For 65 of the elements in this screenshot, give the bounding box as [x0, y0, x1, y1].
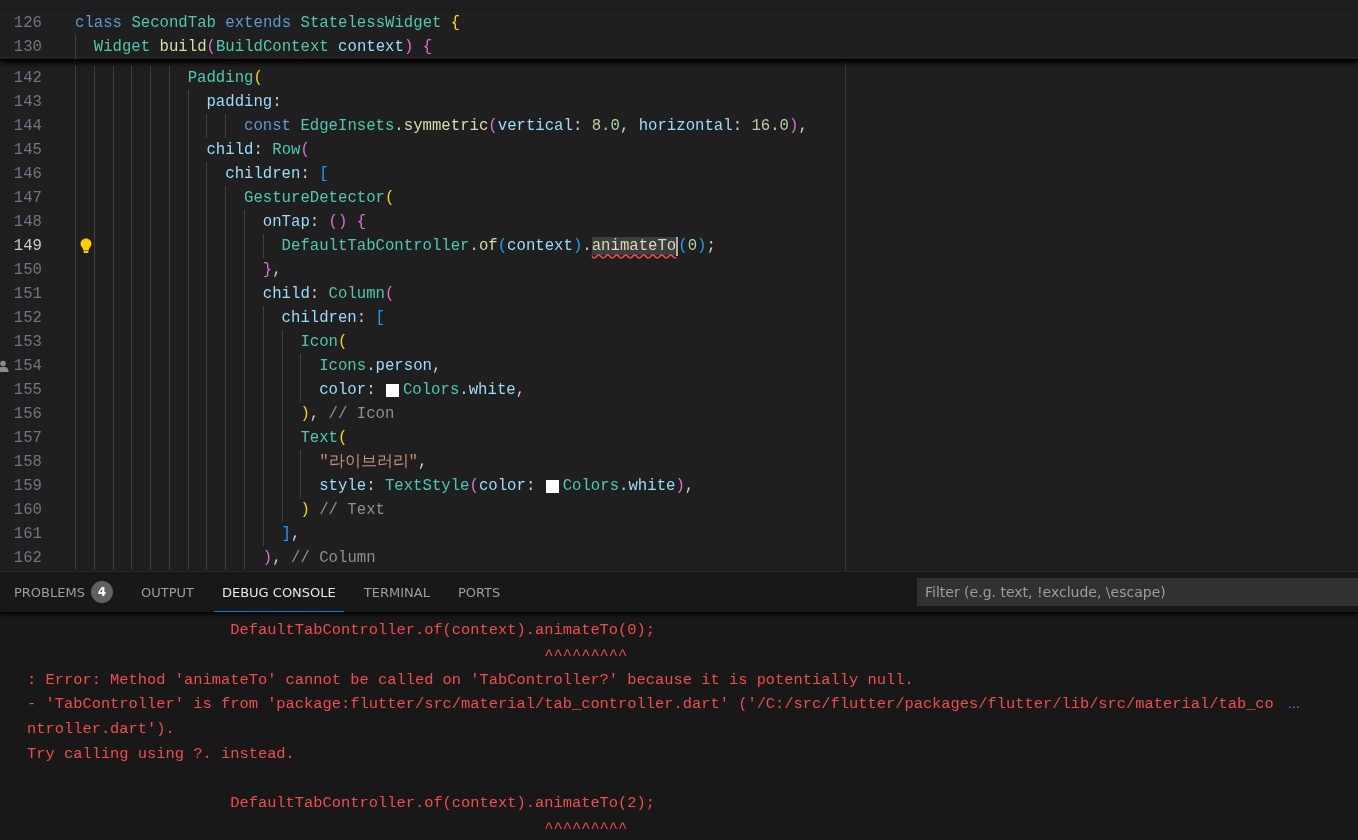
line-number: 152: [12, 309, 42, 327]
line-number: 145: [12, 141, 42, 159]
panel-tab[interactable]: TERMINAL: [355, 571, 438, 612]
panel-tab[interactable]: PROBLEMS 4: [6, 571, 121, 612]
code-text: style: TextStyle(color:: [75, 474, 545, 498]
code-text: padding:: [75, 90, 282, 114]
line-number: 159: [12, 477, 42, 495]
code-text: DefaultTabController.of(context).animateTo(0);: [75, 234, 716, 258]
code-text: ), // Column: [75, 546, 376, 570]
count-badge: 4: [90, 581, 113, 604]
console-line: ^^^^^^^^^: [543, 818, 628, 837]
code-text: const EdgeInsets.symmetric(vertical: 8.0, horizontal: 16.0),: [75, 114, 808, 138]
code-text: class SecondTab extends StatelessWidget {: [75, 14, 461, 32]
code-text: ) // Text: [75, 498, 385, 522]
panel-tab[interactable]: DEBUG CONSOLE: [213, 571, 344, 612]
code-text: },: [75, 258, 282, 282]
more-link[interactable]: …: [1287, 697, 1300, 712]
line-number: 142: [12, 69, 42, 87]
filter-field[interactable]: Filter (e.g. text, !exclude, \escape): [917, 577, 1358, 606]
code-text: Icon(: [75, 330, 348, 354]
code-text: Widget build(BuildContext context) {: [75, 35, 433, 59]
line-number: 160: [12, 501, 42, 519]
line-number: 144: [12, 117, 42, 135]
code-text: Icons.person,: [75, 354, 442, 378]
line-number: 153: [12, 333, 42, 351]
line-number: 130: [12, 38, 42, 56]
line-number: 146: [12, 165, 42, 183]
code-text: GestureDetector(: [75, 186, 395, 210]
line-number: 149: [12, 237, 42, 255]
line-number: 148: [12, 213, 42, 231]
line-number: 161: [12, 525, 42, 543]
console-line: ^^^^^^^^^: [543, 645, 628, 664]
console-line: - 'TabController' is from 'package:flutter/src/material/tab_controller.dart' ('/C:/src/flutter/packages/flutter/lib/src/material/tab_co: [27, 695, 1274, 714]
code-text: children: [: [75, 162, 329, 186]
console-line: ntroller.dart').: [27, 719, 175, 738]
panel-tab[interactable]: OUTPUT: [132, 571, 202, 612]
console-line: DefaultTabController.of(context).animateTo(2);: [229, 793, 656, 812]
line-number: 154: [12, 357, 42, 375]
line-number: 162: [12, 549, 42, 567]
line-number: 151: [12, 285, 42, 303]
line-number: 150: [12, 261, 42, 279]
code-text: Colors.white),: [562, 477, 695, 495]
code-text: "라이브러리",: [75, 450, 428, 474]
line-number: 158: [12, 453, 42, 471]
line-number: 157: [12, 429, 42, 447]
console-line: DefaultTabController.of(context).animateTo(0);: [229, 621, 656, 640]
line-number: 156: [12, 405, 42, 423]
code-text: Text(: [75, 426, 348, 450]
console-line: : Error: Method 'animateTo' cannot be called on 'TabController?' because it is potentially null.: [27, 670, 914, 689]
code-text: child: Row(: [75, 138, 310, 162]
line-number: 155: [12, 381, 42, 399]
code-text: color:: [75, 378, 385, 402]
code-text: ],: [75, 522, 301, 546]
panel-tab[interactable]: PORTS: [449, 571, 509, 612]
line-number: 147: [12, 189, 42, 207]
line-number: 126: [12, 14, 42, 32]
code-text: Padding(: [75, 66, 263, 90]
code-text: ), // Icon: [75, 402, 395, 426]
console-line: Try calling using ?. instead.: [27, 744, 295, 763]
lightbulb-icon[interactable]: [80, 238, 92, 254]
code-text: child: Column(: [75, 282, 395, 306]
code-text: Colors.white,: [402, 381, 526, 399]
code-text: onTap: () {: [75, 210, 367, 234]
code-text: children: [: [75, 306, 385, 330]
line-number: 143: [12, 93, 42, 111]
